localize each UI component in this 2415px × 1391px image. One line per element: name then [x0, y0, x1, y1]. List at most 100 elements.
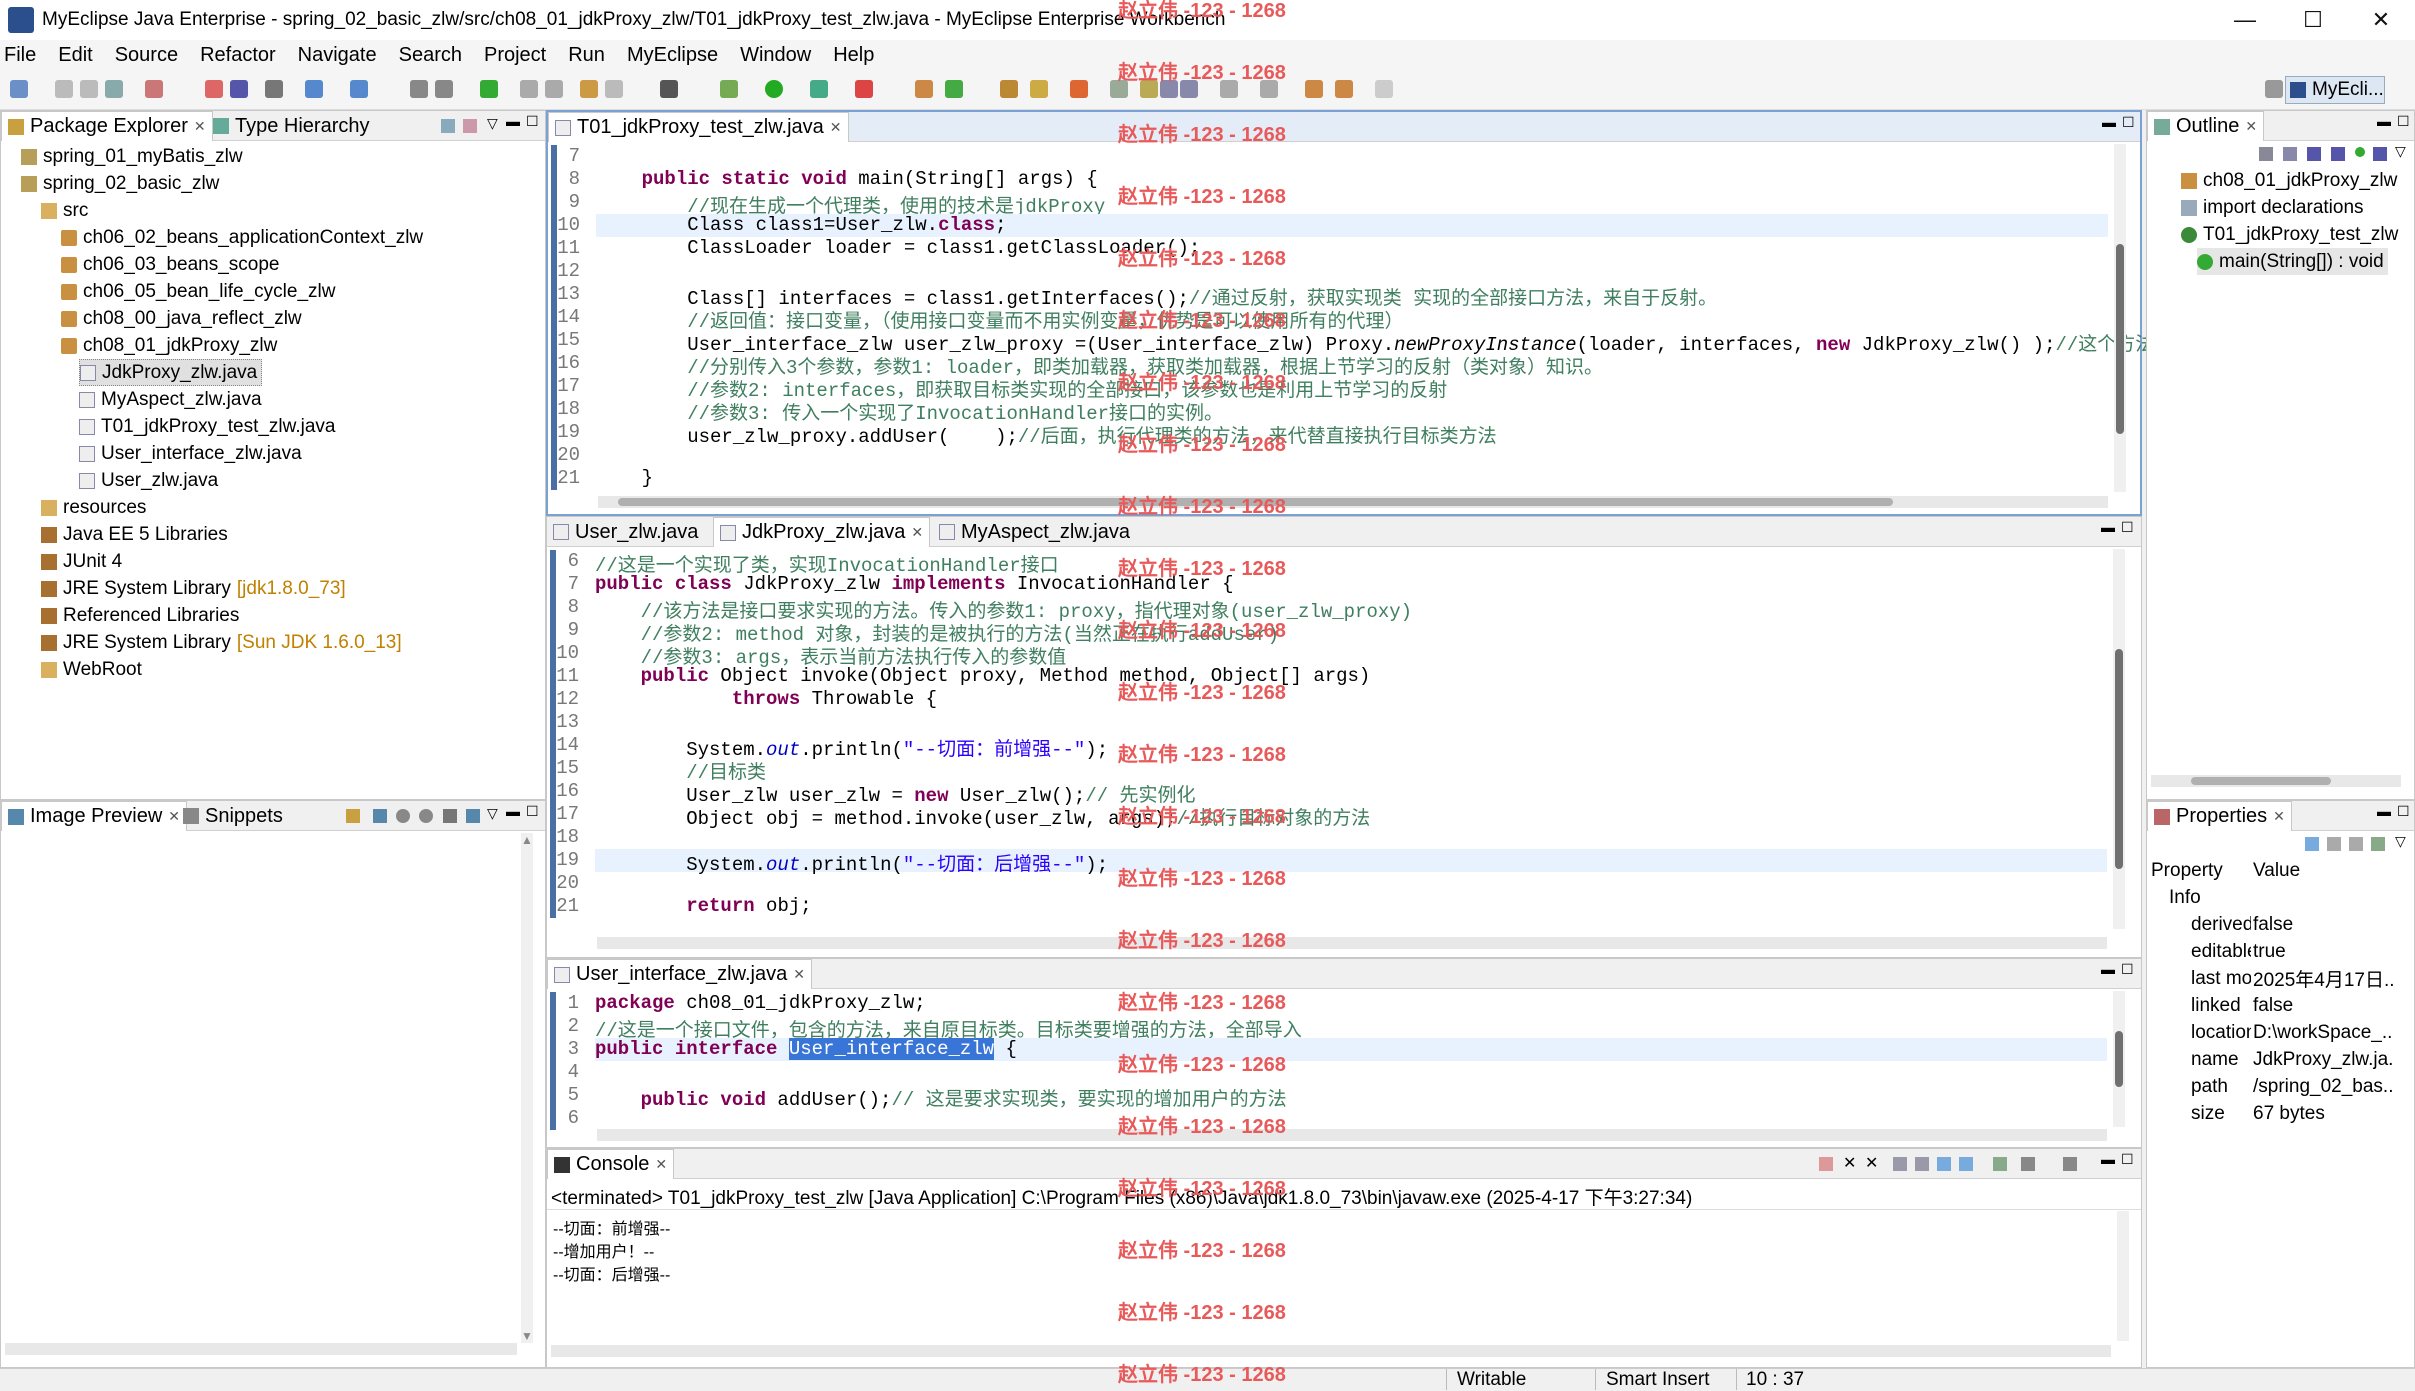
tree-item[interactable]: User_interface_zlw.java	[79, 440, 302, 467]
scroll-up-icon[interactable]: ▲	[521, 833, 533, 847]
tab-outline[interactable]: Outline ✕	[2147, 111, 2265, 141]
external-tools-icon[interactable]	[855, 80, 873, 98]
sort-icon[interactable]	[2283, 147, 2297, 161]
hide-non-public-icon[interactable]	[2355, 147, 2365, 157]
menu-run[interactable]: Run	[557, 44, 616, 67]
tree-item[interactable]: ch08_01_jdkProxy_zlw	[61, 332, 277, 359]
close-button[interactable]: ✕	[2346, 0, 2415, 40]
hide-fields-icon[interactable]	[2307, 147, 2321, 161]
tab-snippets[interactable]: Snippets	[177, 801, 289, 831]
coverage-icon[interactable]	[810, 80, 828, 98]
last-edit-icon[interactable]	[1335, 80, 1353, 98]
vertical-scrollbar[interactable]	[2113, 991, 2125, 1127]
prev-annotation-icon[interactable]	[1260, 80, 1278, 98]
minimize-view-icon[interactable]: ▬	[506, 113, 520, 129]
view-menu-icon[interactable]: ▽	[2395, 833, 2406, 850]
tree-item[interactable]: MyAspect_zlw.java	[79, 386, 262, 413]
zoom-out-icon[interactable]	[396, 809, 410, 823]
open-console-icon[interactable]	[2063, 1157, 2077, 1171]
print-icon[interactable]	[105, 80, 123, 98]
minimize-view-icon[interactable]: ▬	[2102, 114, 2116, 130]
save-all-icon[interactable]	[80, 80, 98, 98]
property-row[interactable]: path/spring_02_bas...	[2151, 1073, 2411, 1100]
maximize-view-icon[interactable]: ☐	[2121, 519, 2134, 536]
run-icon[interactable]	[765, 80, 783, 98]
categories-icon[interactable]	[2305, 837, 2319, 851]
close-icon[interactable]: ✕	[2273, 808, 2285, 825]
menu-navigate[interactable]: Navigate	[287, 44, 388, 67]
property-row[interactable]: linked false	[2151, 992, 2411, 1019]
minimize-button[interactable]: —	[2210, 0, 2280, 40]
tab-myaspect-zlw[interactable]: MyAspect_zlw.java	[933, 517, 1136, 547]
property-row[interactable]: editable true	[2151, 938, 2411, 965]
tree-item[interactable]: User_zlw.java	[79, 467, 218, 494]
scroll-thumb[interactable]	[2191, 777, 2331, 785]
tree-item[interactable]: ch06_05_bean_life_cycle_zlw	[61, 278, 335, 305]
menu-myeclipse[interactable]: MyEclipse	[616, 44, 729, 67]
remove-launch-icon[interactable]: ✕	[1843, 1153, 1856, 1173]
minimize-view-icon[interactable]: ▬	[506, 803, 520, 819]
horizontal-scrollbar[interactable]	[2151, 775, 2401, 787]
tree-item[interactable]: ch08_00_java_reflect_zlw	[61, 305, 302, 332]
property-row[interactable]: last modified2025年4月17日...	[2151, 965, 2411, 992]
tree-item[interactable]: WebRoot	[41, 656, 142, 683]
tree-item[interactable]: JRE System Library [Sun JDK 1.6.0_13]	[41, 629, 402, 656]
annotation-icon[interactable]	[1110, 80, 1128, 98]
tree-item-selected[interactable]: JdkProxy_zlw.java	[79, 359, 263, 386]
close-icon[interactable]: ✕	[655, 1156, 667, 1173]
close-icon[interactable]: ✕	[2245, 118, 2257, 135]
minimize-view-icon[interactable]: ▬	[2101, 519, 2115, 535]
tree-item[interactable]: resources	[41, 494, 146, 521]
tab-user-zlw[interactable]: User_zlw.java	[547, 517, 704, 547]
close-icon[interactable]: ✕	[194, 118, 206, 135]
view-menu-icon[interactable]: ▽	[487, 115, 498, 132]
new-class-icon[interactable]	[580, 80, 598, 98]
collapse-all-icon[interactable]	[441, 119, 455, 133]
vertical-scrollbar[interactable]	[2113, 549, 2125, 929]
property-row[interactable]: location D:\workSpace_...	[2151, 1019, 2411, 1046]
maximize-view-icon[interactable]: ☐	[526, 803, 539, 820]
forward-icon[interactable]	[1375, 80, 1393, 98]
browser-icon[interactable]	[265, 80, 283, 98]
advanced-icon[interactable]	[2327, 837, 2341, 851]
maximize-view-icon[interactable]: ☐	[2122, 114, 2135, 131]
build-icon[interactable]	[410, 80, 428, 98]
open-task-icon[interactable]	[1000, 80, 1018, 98]
property-row[interactable]: derived false	[2151, 911, 2411, 938]
vertical-scrollbar[interactable]: ▲ ▼	[521, 833, 533, 1343]
vertical-scrollbar[interactable]	[2114, 144, 2126, 492]
outline-item[interactable]: import declarations	[2181, 194, 2364, 221]
tab-type-hierarchy[interactable]: Type Hierarchy	[207, 111, 376, 141]
new-icon[interactable]	[10, 80, 28, 98]
menu-source[interactable]: Source	[104, 44, 189, 67]
horizontal-scrollbar[interactable]	[598, 496, 2108, 508]
save-icon[interactable]	[55, 80, 73, 98]
property-row[interactable]: size 67 bytes	[2151, 1100, 2411, 1127]
open-type-icon[interactable]	[305, 80, 323, 98]
tree-item[interactable]: Referenced Libraries	[41, 602, 239, 629]
tab-console[interactable]: Console ✕	[547, 1149, 675, 1179]
tab-t01-jdkproxy-test[interactable]: T01_jdkProxy_test_zlw.java ✕	[548, 112, 849, 142]
horizontal-scrollbar[interactable]	[597, 1129, 2107, 1141]
debug-icon[interactable]	[720, 80, 738, 98]
link-with-editor-icon[interactable]	[463, 119, 477, 133]
maximize-view-icon[interactable]: ☐	[526, 113, 539, 130]
tree-item[interactable]: JRE System Library [jdk1.8.0_73]	[41, 575, 346, 602]
block-select-icon[interactable]	[1160, 80, 1178, 98]
perspective-switcher[interactable]: MyEcli...	[2285, 76, 2385, 104]
tree-item[interactable]: T01_jdkProxy_test_zlw.java	[79, 413, 335, 440]
horizontal-scrollbar[interactable]	[597, 937, 2107, 949]
view-menu-icon[interactable]: ▽	[487, 805, 498, 822]
pin-console-icon[interactable]	[1993, 1157, 2007, 1171]
view-menu-icon[interactable]: ▽	[2395, 143, 2406, 160]
hide-local-types-icon[interactable]	[2373, 147, 2387, 161]
tree-item[interactable]: src	[41, 197, 88, 224]
horizontal-scrollbar[interactable]	[551, 1345, 2111, 1357]
globe-icon[interactable]	[480, 80, 498, 98]
scroll-lock-icon[interactable]	[1915, 1157, 1929, 1171]
maximize-view-icon[interactable]: ☐	[2121, 1151, 2134, 1168]
properties-group[interactable]: Info	[2169, 884, 2201, 911]
next-annotation-icon[interactable]	[1220, 80, 1238, 98]
clear-console-icon[interactable]	[1893, 1157, 1907, 1171]
display-console-icon[interactable]	[2021, 1157, 2035, 1171]
